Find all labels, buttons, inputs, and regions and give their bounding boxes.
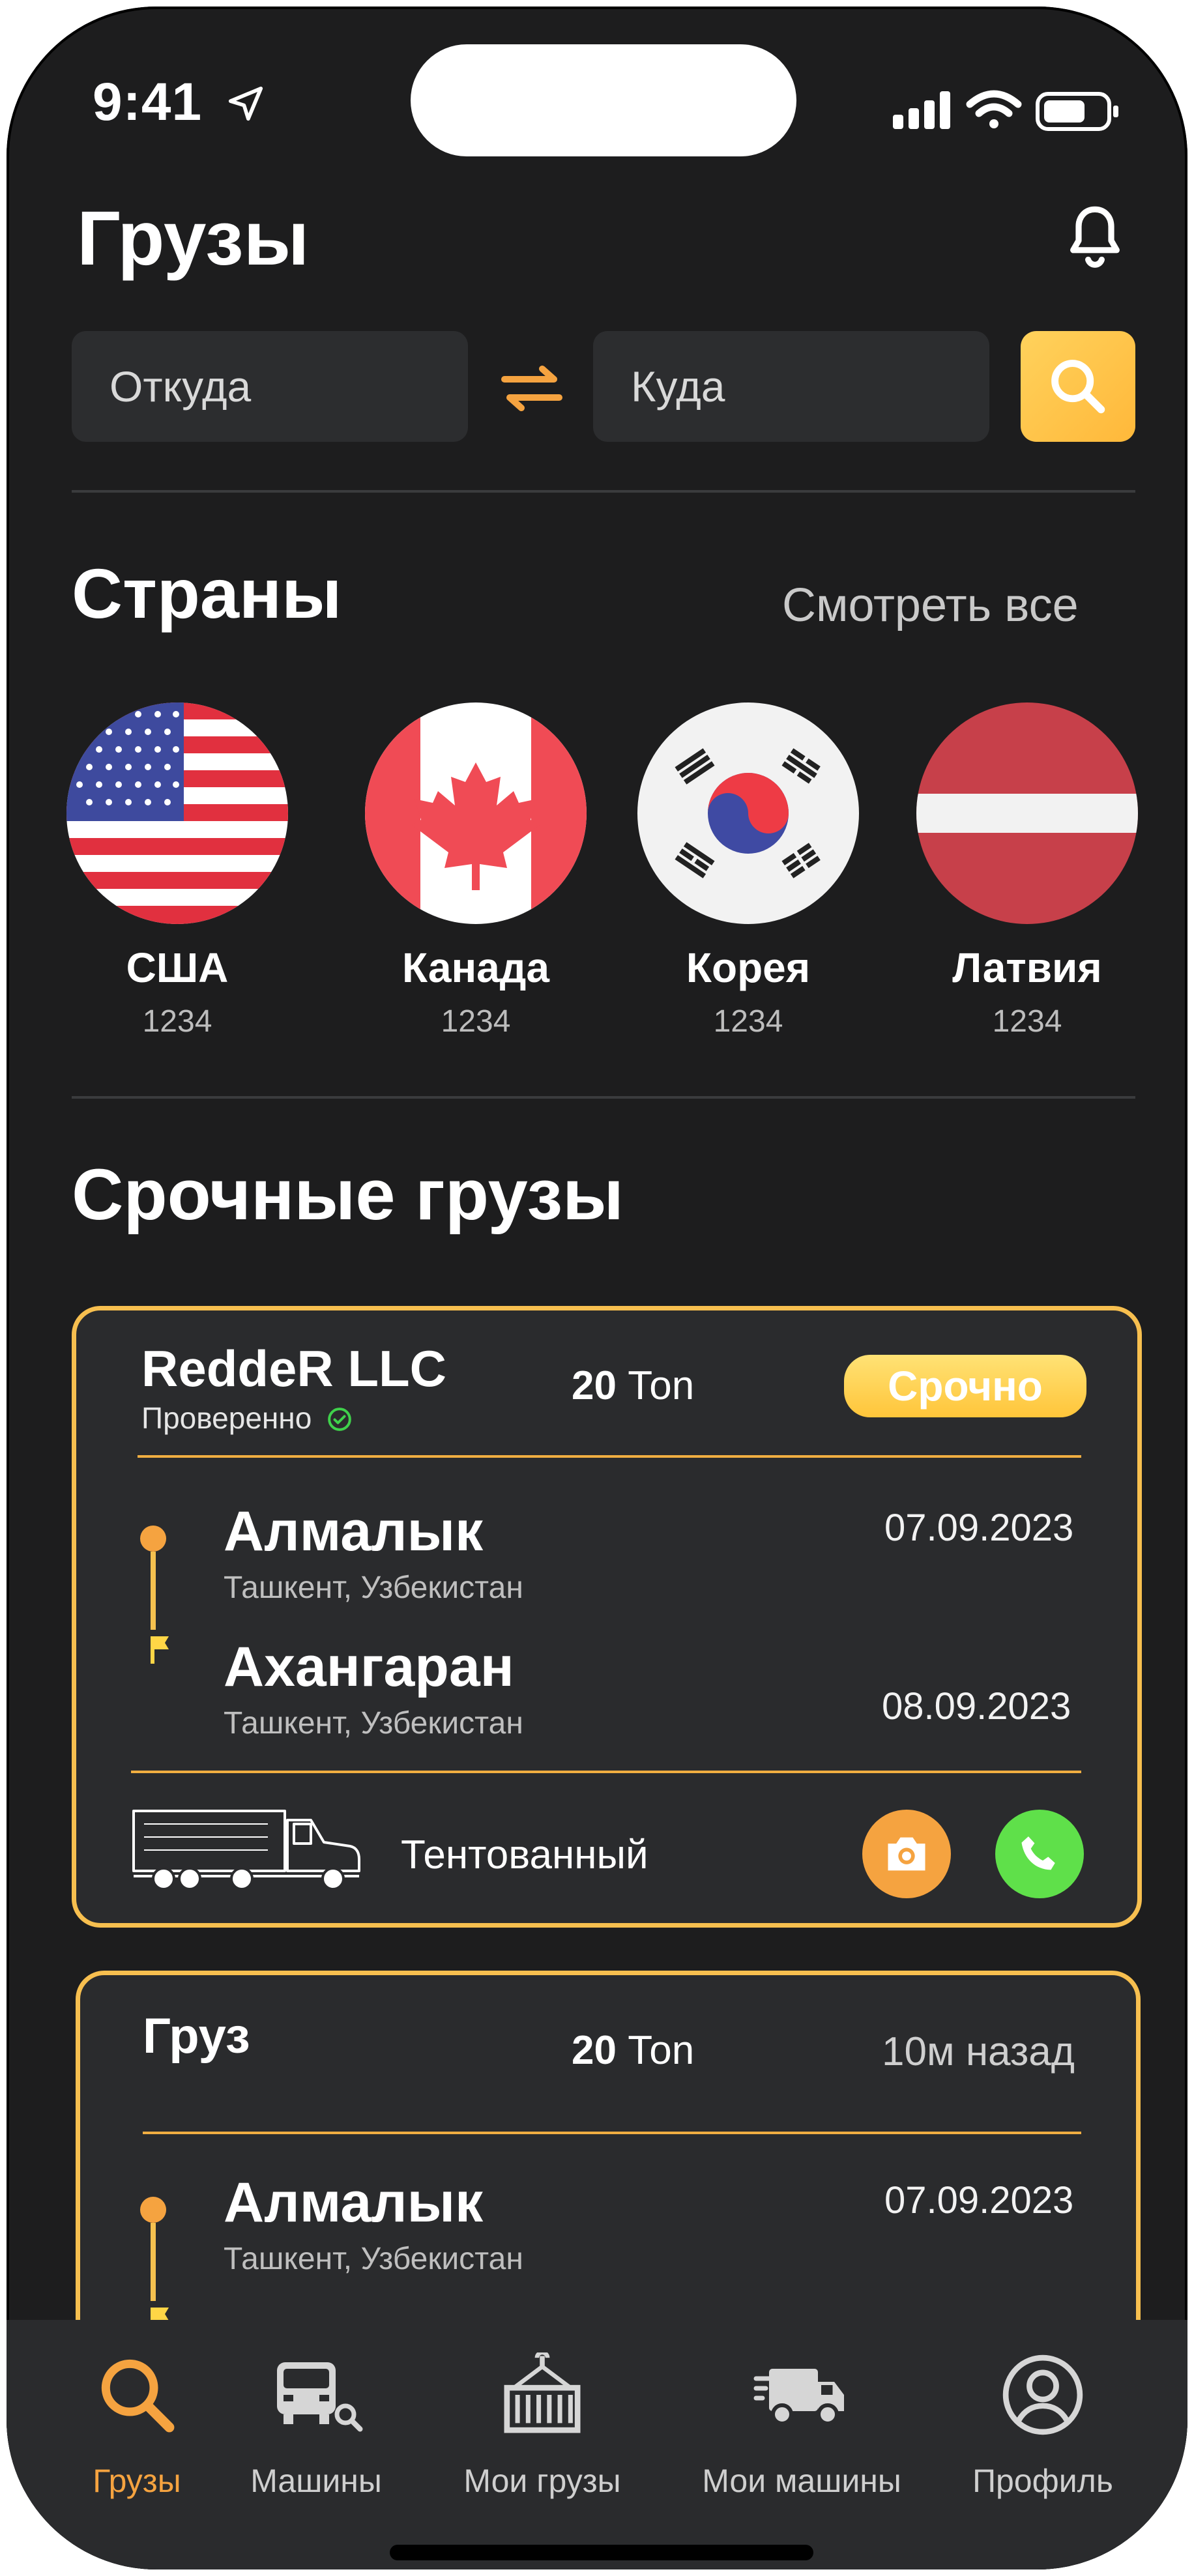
divider bbox=[72, 1096, 1135, 1099]
from-placeholder: Откуда bbox=[109, 362, 252, 411]
search-icon bbox=[101, 2359, 175, 2433]
usa-flag-icon bbox=[66, 702, 288, 924]
tab-my-trucks[interactable]: Мои машины bbox=[678, 2339, 925, 2500]
country-count: 1234 bbox=[441, 1004, 511, 1039]
to-input[interactable]: Куда bbox=[593, 331, 989, 442]
dynamic-island bbox=[411, 44, 796, 156]
card-divider bbox=[131, 1771, 1081, 1773]
latvia-flag-icon bbox=[916, 702, 1138, 924]
country-count: 1234 bbox=[992, 1004, 1062, 1039]
page-title: Грузы bbox=[77, 195, 310, 282]
company-name: ReddeR LLC bbox=[141, 1340, 446, 1397]
tab-profile[interactable]: Профиль bbox=[958, 2339, 1128, 2500]
origin-region: Ташкент, Узбекистан bbox=[224, 2242, 523, 2276]
tab-label: Грузы bbox=[93, 2463, 181, 2499]
location-arrow-icon bbox=[228, 86, 263, 121]
call-button[interactable] bbox=[995, 1810, 1084, 1898]
container-icon bbox=[504, 2352, 581, 2433]
urgent-title: Срочные грузы bbox=[72, 1155, 624, 1235]
truck-search-icon bbox=[277, 2362, 363, 2432]
tab-label: Мои грузы bbox=[463, 2463, 621, 2499]
card-divider bbox=[143, 2132, 1081, 2134]
from-input[interactable]: Откуда bbox=[72, 331, 468, 442]
origin-city: Алмалык bbox=[224, 1500, 484, 1563]
origin-city: Алмалык bbox=[224, 2171, 484, 2234]
country-korea[interactable]: Корея 1234 bbox=[637, 702, 859, 1039]
country-name: Латвия bbox=[952, 944, 1102, 991]
tab-my-cargo[interactable]: Мои грузы bbox=[444, 2339, 640, 2500]
origin-date: 07.09.2023 bbox=[884, 1507, 1074, 1549]
country-name: Корея bbox=[686, 944, 811, 991]
route-line bbox=[136, 1526, 175, 1688]
profile-icon bbox=[1002, 2354, 1083, 2435]
truck-type: Тентованный bbox=[401, 1832, 648, 1877]
country-latvia[interactable]: Латвия 1234 bbox=[916, 702, 1138, 1039]
notification-bell-icon[interactable] bbox=[1062, 201, 1128, 272]
destination-date: 08.09.2023 bbox=[882, 1685, 1071, 1728]
korea-flag-icon bbox=[637, 702, 859, 924]
origin-region: Ташкент, Узбекистан bbox=[224, 1570, 523, 1605]
destination-region: Ташкент, Узбекистан bbox=[224, 1706, 523, 1741]
country-name: Канада bbox=[402, 944, 549, 991]
cargo-weight: 20 Тоn bbox=[572, 2028, 695, 2073]
tab-label: Машины bbox=[250, 2463, 382, 2499]
delivery-truck-icon bbox=[753, 2369, 844, 2425]
search-button[interactable] bbox=[1021, 331, 1135, 442]
camera-icon bbox=[888, 1837, 925, 1871]
country-canada[interactable]: Канада 1234 bbox=[365, 702, 587, 1039]
country-name: США bbox=[126, 944, 229, 991]
cargo-card[interactable]: ReddeR LLC Проверенно 20 Тоn Срочно Алма… bbox=[72, 1306, 1142, 1928]
divider bbox=[72, 490, 1135, 493]
country-count: 1234 bbox=[713, 1004, 783, 1039]
status-icons bbox=[893, 80, 1128, 138]
see-all-link[interactable]: Смотреть все bbox=[782, 579, 1079, 632]
signal-icon bbox=[893, 91, 950, 129]
home-indicator[interactable] bbox=[390, 2545, 813, 2560]
status-time: 9:41 bbox=[93, 72, 266, 133]
tab-label: Профиль bbox=[972, 2463, 1113, 2499]
tab-trucks[interactable]: Машины bbox=[235, 2339, 398, 2500]
destination-city: Ахангаран bbox=[224, 1636, 514, 1698]
tab-cargo[interactable]: Грузы bbox=[78, 2339, 196, 2500]
urgent-badge: Срочно bbox=[844, 1355, 1086, 1417]
search-icon bbox=[1051, 360, 1105, 414]
photo-button[interactable] bbox=[862, 1810, 951, 1898]
battery-icon bbox=[1036, 92, 1118, 131]
to-placeholder: Куда bbox=[631, 362, 725, 411]
canada-flag-icon bbox=[365, 702, 587, 924]
phone-screen: 9:41 Грузы Откуда Куда Страны Смотреть в… bbox=[7, 7, 1187, 2569]
verified-status: Проверенно bbox=[141, 1400, 353, 1436]
wifi-icon bbox=[966, 90, 1022, 128]
countries-title: Страны bbox=[72, 554, 342, 633]
phone-icon bbox=[1021, 1836, 1055, 1870]
truck-icon bbox=[131, 1804, 379, 1896]
country-count: 1234 bbox=[142, 1004, 212, 1039]
cargo-weight: 20 Тоn bbox=[572, 1363, 695, 1408]
country-usa[interactable]: США 1234 bbox=[66, 702, 288, 1039]
origin-date: 07.09.2023 bbox=[884, 2179, 1074, 2221]
tab-label: Мои машины bbox=[702, 2463, 901, 2499]
swap-icon[interactable] bbox=[497, 358, 567, 417]
company-name: Груз bbox=[143, 2008, 250, 2064]
card-divider bbox=[138, 1455, 1081, 1458]
verified-check-icon bbox=[328, 1408, 351, 1431]
time-ago: 10м назад bbox=[882, 2029, 1075, 2074]
